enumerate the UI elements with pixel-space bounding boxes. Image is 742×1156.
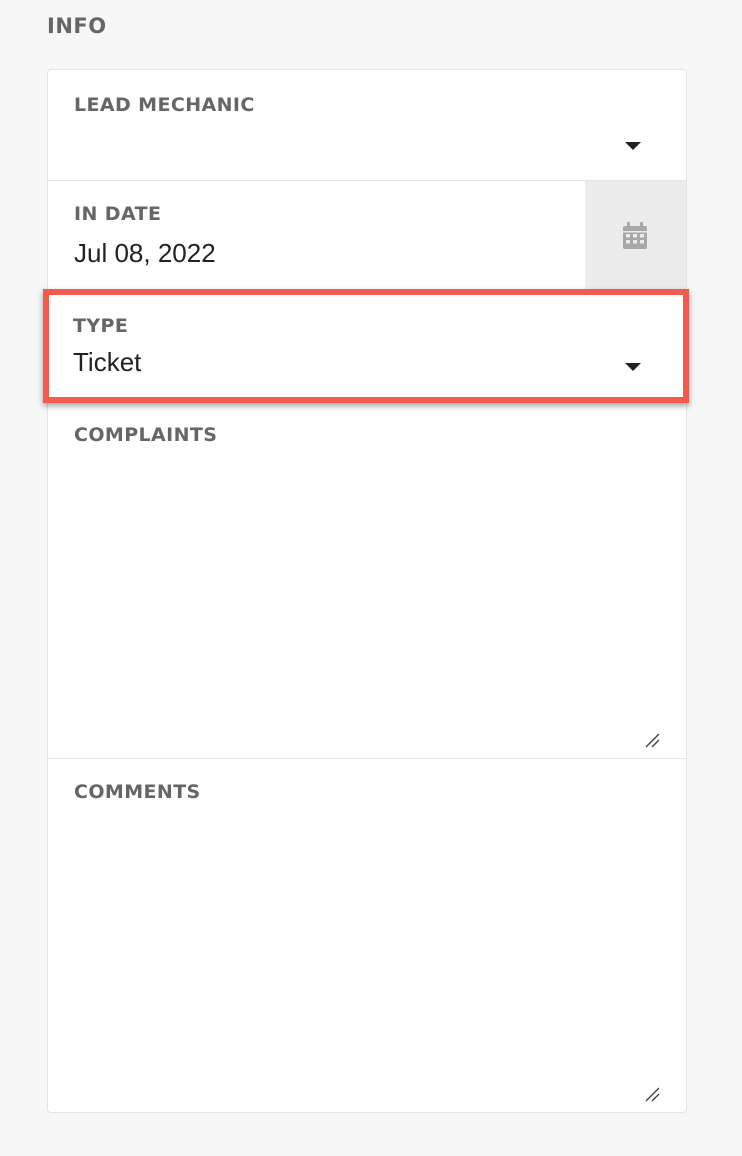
complaints-field[interactable]: COMPLAINTS	[48, 406, 686, 759]
resize-handle-icon[interactable]	[644, 732, 660, 748]
calendar-icon	[623, 222, 647, 249]
type-value: Ticket	[73, 347, 142, 377]
type-label: TYPE	[73, 315, 129, 337]
lead-mechanic-label: LEAD MECHANIC	[74, 94, 255, 116]
lead-mechanic-field[interactable]: LEAD MECHANIC	[48, 70, 686, 181]
info-card: LEAD MECHANIC IN DATE Jul 08, 2022 COMPL…	[47, 69, 687, 1113]
complaints-label: COMPLAINTS	[74, 424, 218, 446]
in-date-field[interactable]: IN DATE Jul 08, 2022	[48, 181, 686, 291]
section-title: INFO	[47, 14, 107, 38]
comments-field[interactable]: COMMENTS	[48, 759, 686, 1112]
calendar-button[interactable]	[585, 181, 686, 290]
in-date-label: IN DATE	[74, 203, 162, 225]
comments-label: COMMENTS	[74, 781, 201, 803]
chevron-down-icon[interactable]	[625, 142, 641, 150]
resize-handle-icon[interactable]	[644, 1086, 660, 1102]
type-field[interactable]: TYPE Ticket	[43, 289, 689, 403]
chevron-down-icon[interactable]	[625, 363, 641, 371]
in-date-value: Jul 08, 2022	[74, 238, 216, 268]
